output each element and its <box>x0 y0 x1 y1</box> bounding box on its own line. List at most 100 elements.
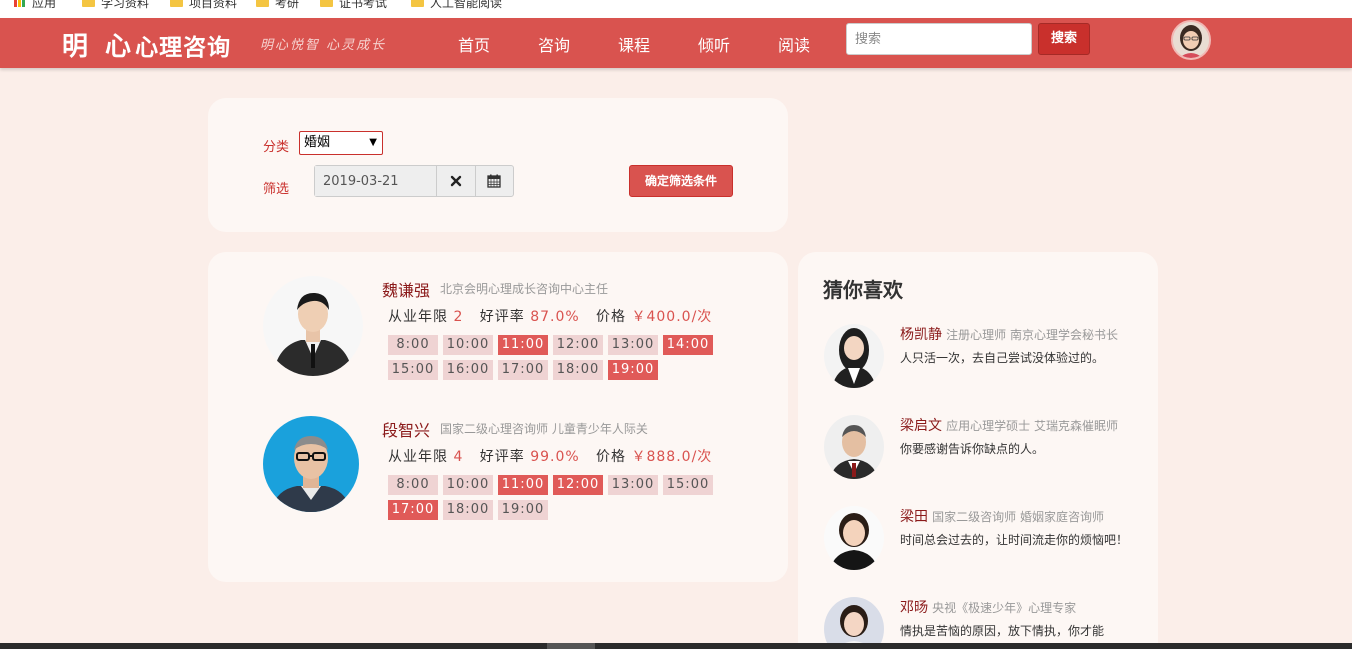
brand-slogan: 明心悦智 心灵成长 <box>260 38 387 53</box>
time-slot-available[interactable]: 15:00 <box>663 475 713 495</box>
counselor-list: 魏谦强 北京会明心理成长咨询中心主任 从业年限 2 好评率 87.0% 价格 ￥… <box>208 252 788 582</box>
recommend-name[interactable]: 梁田 <box>900 509 928 525</box>
top-navbar: 明 心心理咨询 明心悦智 心灵成长 首页 咨询 课程 倾听 阅读 搜索 <box>0 18 1352 68</box>
user-avatar-photo <box>1173 22 1209 58</box>
bookmark-folder[interactable]: 考研 <box>256 0 299 11</box>
price-label: 价格 <box>596 449 627 465</box>
time-slot-available[interactable]: 18:00 <box>443 500 493 520</box>
search-button[interactable]: 搜索 <box>1038 23 1090 55</box>
category-select[interactable]: 婚姻 ▼ <box>299 131 383 155</box>
bookmark-folder[interactable]: 证书考试 <box>320 0 387 11</box>
time-slot-available[interactable]: 12:00 <box>553 335 603 355</box>
recommend-photo <box>824 506 884 570</box>
nav-link-listen[interactable]: 倾听 <box>698 32 730 56</box>
recommend-tags: 注册心理师 南京心理学会秘书长 <box>946 328 1118 342</box>
price-label: 价格 <box>596 309 627 325</box>
folder-icon <box>82 0 95 7</box>
price-value: ￥888.0/次 <box>631 449 713 465</box>
time-slot-available[interactable]: 18:00 <box>553 360 603 380</box>
bookmark-label: 人工智能阅读 <box>430 0 503 10</box>
bookmark-apps[interactable]: 应用 <box>14 0 56 11</box>
nav-link-consult[interactable]: 咨询 <box>538 32 570 56</box>
counselor-name[interactable]: 魏谦强 <box>382 277 430 301</box>
recommend-quote: 情执是苦恼的原因，放下情执，你才能 <box>900 624 1105 638</box>
taskbar <box>0 643 1352 649</box>
years-value: 4 <box>453 449 464 465</box>
bookmark-folder[interactable]: 人工智能阅读 <box>411 0 502 11</box>
recommend-avatar[interactable] <box>824 415 884 479</box>
bookmark-bar: 应用 学习资料 项目资料 考研 证书考试 人工智能阅读 <box>0 0 1352 18</box>
recommend-photo <box>824 324 884 388</box>
time-slot-available[interactable]: 10:00 <box>443 475 493 495</box>
recommend-quote: 你要感谢告诉你缺点的人。 <box>900 442 1045 456</box>
logo-big-text: 明 心 <box>62 32 136 62</box>
bookmark-label: 证书考试 <box>339 0 388 10</box>
date-picker <box>314 165 514 197</box>
years-label: 从业年限 <box>388 449 448 465</box>
bookmark-folder[interactable]: 学习资料 <box>82 0 149 11</box>
time-slot-available[interactable]: 8:00 <box>388 475 438 495</box>
search-input[interactable] <box>846 23 1032 55</box>
bookmark-label: 项目资料 <box>189 0 238 10</box>
recommend-panel: 猜你喜欢 杨凯静 注册心理师 南京心理学会秘书长 人只活一次，去自己尝试没体验过… <box>798 252 1158 649</box>
category-label: 分类 <box>263 140 290 155</box>
date-input[interactable] <box>315 166 436 196</box>
taskbar-item[interactable] <box>547 643 595 649</box>
time-slot-booked[interactable]: 17:00 <box>388 500 438 520</box>
time-slot-available[interactable]: 19:00 <box>498 500 548 520</box>
bookmark-label: 学习资料 <box>101 0 150 10</box>
nav-link-courses[interactable]: 课程 <box>618 32 650 56</box>
counselor-stats: 从业年限 4 好评率 99.0% 价格 ￥888.0/次 <box>388 446 712 466</box>
time-slot-available[interactable]: 10:00 <box>443 335 493 355</box>
recommend-tags: 国家二级咨询师 婚姻家庭咨询师 <box>932 510 1104 524</box>
counselor-avatar[interactable] <box>263 276 363 376</box>
logo-text: 心理咨询 <box>135 34 232 61</box>
time-slot-booked[interactable]: 11:00 <box>498 335 548 355</box>
time-slot-booked[interactable]: 19:00 <box>608 360 658 380</box>
recommend-name[interactable]: 邓旸 <box>900 600 928 616</box>
recommend-name[interactable]: 杨凯静 <box>900 327 942 343</box>
time-slot-booked[interactable]: 14:00 <box>663 335 713 355</box>
rating-label: 好评率 <box>479 449 525 465</box>
counselor-title: 国家二级心理咨询师 儿童青少年人际关 <box>440 422 648 436</box>
rating-value: 99.0% <box>530 449 580 465</box>
recommend-quote: 时间总会过去的，让时间流走你的烦恼吧！ <box>900 533 1129 547</box>
time-slot-available[interactable]: 15:00 <box>388 360 438 380</box>
category-select-value: 婚姻 <box>304 135 331 150</box>
time-slot-available[interactable]: 16:00 <box>443 360 493 380</box>
confirm-filter-button[interactable]: 确定筛选条件 <box>629 165 733 197</box>
dropdown-arrow-icon: ▼ <box>369 137 377 148</box>
time-slot-available[interactable]: 17:00 <box>498 360 548 380</box>
counselor-photo <box>263 276 363 376</box>
recommend-title: 猜你喜欢 <box>823 278 903 302</box>
bookmark-label: 考研 <box>275 0 300 10</box>
recommend-avatar[interactable] <box>824 506 884 570</box>
brand-logo[interactable]: 明 心心理咨询 <box>62 26 231 63</box>
rating-value: 87.0% <box>530 309 580 325</box>
clear-date-button[interactable] <box>436 166 475 196</box>
user-avatar[interactable] <box>1171 20 1211 60</box>
recommend-photo <box>824 597 884 649</box>
recommend-body: 杨凯静 注册心理师 南京心理学会秘书长 人只活一次，去自己尝试没体验过的。 <box>900 324 1136 369</box>
recommend-name[interactable]: 梁启文 <box>900 418 942 434</box>
recommend-avatar[interactable] <box>824 324 884 388</box>
time-slot-available[interactable]: 13:00 <box>608 335 658 355</box>
nav-link-reading[interactable]: 阅读 <box>778 32 810 56</box>
calendar-button[interactable] <box>474 166 514 196</box>
time-slot-booked[interactable]: 11:00 <box>498 475 548 495</box>
recommend-body: 梁启文 应用心理学硕士 艾瑞克森催眠师 你要感谢告诉你缺点的人。 <box>900 415 1136 460</box>
time-slot-available[interactable]: 13:00 <box>608 475 658 495</box>
years-label: 从业年限 <box>388 309 448 325</box>
date-filter-label: 筛选 <box>263 182 290 197</box>
bookmark-folder[interactable]: 项目资料 <box>170 0 237 11</box>
time-slot-booked[interactable]: 12:00 <box>553 475 603 495</box>
counselor-stats: 从业年限 2 好评率 87.0% 价格 ￥400.0/次 <box>388 306 712 326</box>
counselor-avatar[interactable] <box>263 416 359 512</box>
folder-icon <box>320 0 333 7</box>
years-value: 2 <box>453 309 464 325</box>
recommend-avatar[interactable] <box>824 597 884 649</box>
nav-link-home[interactable]: 首页 <box>458 32 490 56</box>
time-slot-available[interactable]: 8:00 <box>388 335 438 355</box>
close-icon <box>450 175 461 187</box>
counselor-name[interactable]: 段智兴 <box>382 417 430 441</box>
